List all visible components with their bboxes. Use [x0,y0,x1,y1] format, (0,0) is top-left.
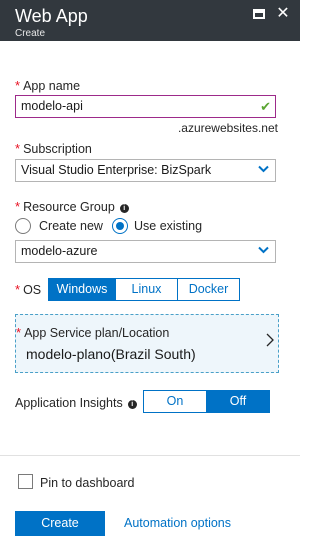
service-plan-value: modelo-plano(Brazil South) [26,346,196,362]
app-name-label: * App name [15,78,81,94]
chevron-down-icon [258,246,269,254]
chevron-down-icon [258,165,269,173]
resource-group-label: * Resource Group i [15,200,129,214]
info-icon[interactable]: i [119,204,129,213]
os-label-text: OS [23,283,42,297]
required-marker: * [16,325,22,340]
create-button[interactable]: Create [15,511,105,536]
automation-options-link[interactable]: Automation options [124,516,231,530]
insights-on-toggle[interactable]: On [143,390,207,413]
insights-label-text: Application Insights [15,396,123,410]
service-plan-selector[interactable]: * App Service plan/Location modelo-plano(… [15,314,279,373]
maximize-icon[interactable] [251,6,267,22]
service-plan-label-text: App Service plan/Location [24,326,170,340]
app-name-value: modelo-api [21,99,83,113]
service-plan-label: * App Service plan/Location [16,325,170,341]
use-existing-radio[interactable] [112,218,128,234]
os-option-docker[interactable]: Docker [177,278,240,301]
resource-group-value: modelo-azure [21,244,98,258]
use-existing-label[interactable]: Use existing [134,217,202,235]
blade-subtitle: Create [15,28,46,39]
subscription-value: Visual Studio Enterprise: BizSpark [21,163,212,177]
pin-to-dashboard-checkbox[interactable] [18,474,33,489]
resource-group-label-text: Resource Group [23,200,115,214]
domain-suffix: .azurewebsites.net [177,121,278,135]
chevron-right-icon [266,333,274,347]
create-new-radio[interactable] [15,218,31,234]
subscription-label: * Subscription [15,141,92,157]
resource-group-select[interactable]: modelo-azure [15,240,276,263]
app-name-input[interactable]: modelo-api ✔ [15,95,276,118]
close-icon[interactable]: ✕ [275,6,291,22]
blade-header: Web App Create ✕ [0,0,300,41]
insights-label: Application Insights i [15,396,137,410]
subscription-label-text: Subscription [23,142,92,156]
app-name-label-text: App name [23,79,81,93]
check-icon: ✔ [260,99,271,114]
os-label: * OS [15,282,42,298]
insights-off-toggle[interactable]: Off [206,390,270,413]
os-option-linux[interactable]: Linux [115,278,178,301]
required-marker: * [15,199,21,214]
pin-to-dashboard-label[interactable]: Pin to dashboard [40,476,135,490]
info-icon[interactable]: i [127,400,137,409]
blade-title: Web App [15,6,88,26]
os-option-windows[interactable]: Windows [48,278,116,301]
required-marker: * [15,78,21,93]
subscription-select[interactable]: Visual Studio Enterprise: BizSpark [15,159,276,182]
create-new-label[interactable]: Create new [39,217,103,235]
footer-divider [0,455,300,456]
required-marker: * [15,141,21,156]
required-marker: * [15,282,21,297]
